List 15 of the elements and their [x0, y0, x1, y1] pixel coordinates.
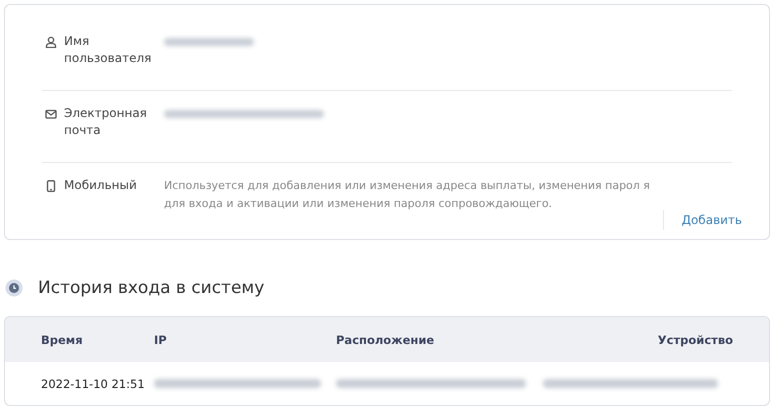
field-description: Используется для добавления или изменения адреса выплаты, изменения парол я для входа и активации или изменения пароля сопровождающего.: [164, 178, 651, 212]
field-label: Электронная почта: [64, 105, 148, 139]
column-header: Устройство: [656, 332, 733, 346]
field-label: Мобильный: [64, 177, 138, 194]
person-icon: [45, 36, 57, 48]
mail-icon: [45, 108, 57, 120]
phone-icon: [45, 180, 57, 192]
column-header: Расположение: [336, 332, 436, 346]
table-cell-text: 2022-11-10 21:51: [41, 376, 146, 390]
field-label: Имя пользователя: [64, 33, 152, 67]
column-header: Время: [41, 332, 84, 346]
section-title: История входа в систему: [38, 278, 264, 298]
clock-icon: [5, 279, 23, 297]
add-link[interactable]: Добавить: [662, 210, 742, 230]
column-header: IP: [154, 332, 168, 346]
